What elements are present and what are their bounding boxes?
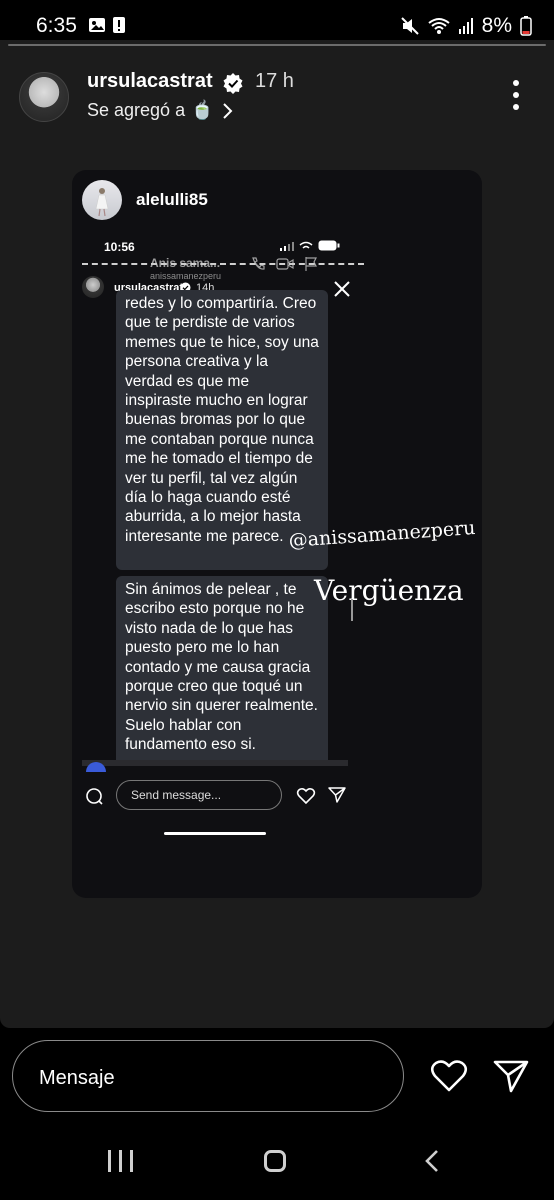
tea-emoji: 🍵 <box>191 100 214 120</box>
chevron-right-icon <box>222 102 232 119</box>
added-to-link[interactable]: Se agregó a 🍵 <box>87 100 234 121</box>
mute-icon <box>400 17 419 35</box>
wifi-icon <box>299 241 313 249</box>
avatar[interactable] <box>19 72 69 122</box>
text-sticker: Vergüenza <box>314 574 464 607</box>
dashed-divider <box>82 263 364 265</box>
battery-icon <box>520 16 532 36</box>
back-button[interactable] <box>420 1148 446 1174</box>
shot-status-icons <box>280 240 340 251</box>
person-figure-icon <box>95 188 109 217</box>
status-right: 8% <box>400 14 532 38</box>
shot-status-time: 10:56 <box>104 240 135 254</box>
alert-icon <box>113 17 125 33</box>
signal-icon <box>280 241 294 251</box>
text-cursor <box>351 599 353 621</box>
message-text-2: Sin ánimos de pelear , te escribo esto p… <box>125 581 318 754</box>
card-username: alelulli85 <box>136 190 208 209</box>
heart-icon <box>296 787 316 805</box>
message-input[interactable]: Mensaje <box>12 1040 404 1112</box>
battery-percent: 8% <box>481 14 512 37</box>
home-button[interactable] <box>264 1150 286 1172</box>
battery-icon <box>318 240 340 251</box>
status-time: 6:35 <box>36 14 77 37</box>
more-options-icon[interactable] <box>508 80 524 112</box>
image-icon <box>89 18 105 32</box>
message-bubble-1: redes y lo compartiría. Creo que te perd… <box>116 290 328 570</box>
signal-icon <box>458 18 473 34</box>
added-label: Se agregó a <box>87 100 186 120</box>
shot-home-indicator <box>164 832 266 835</box>
shot-divider <box>82 760 348 766</box>
wifi-icon <box>428 18 450 34</box>
share-send-icon[interactable] <box>492 1058 530 1094</box>
story-progress-bar <box>8 44 546 46</box>
status-left-icons <box>88 16 126 34</box>
message-bubble-2: Sin ánimos de pelear , te escribo esto p… <box>116 576 328 766</box>
send-icon <box>328 787 346 803</box>
camera-icon <box>86 788 103 805</box>
message-text-1: redes y lo compartiría. Creo que te perd… <box>125 295 319 545</box>
like-heart-icon[interactable] <box>430 1058 468 1094</box>
recent-apps-button[interactable] <box>108 1150 133 1172</box>
shot-send-message-field: Send message... <box>116 780 282 810</box>
story-time: 17 h <box>255 70 294 92</box>
close-icon <box>334 281 350 297</box>
verified-icon <box>223 73 243 94</box>
story-username[interactable]: ursulacastrat <box>87 70 213 93</box>
card-avatar <box>82 180 122 220</box>
shot-avatar <box>82 276 104 298</box>
shot-header-handle: anissamanezperu <box>150 271 222 281</box>
